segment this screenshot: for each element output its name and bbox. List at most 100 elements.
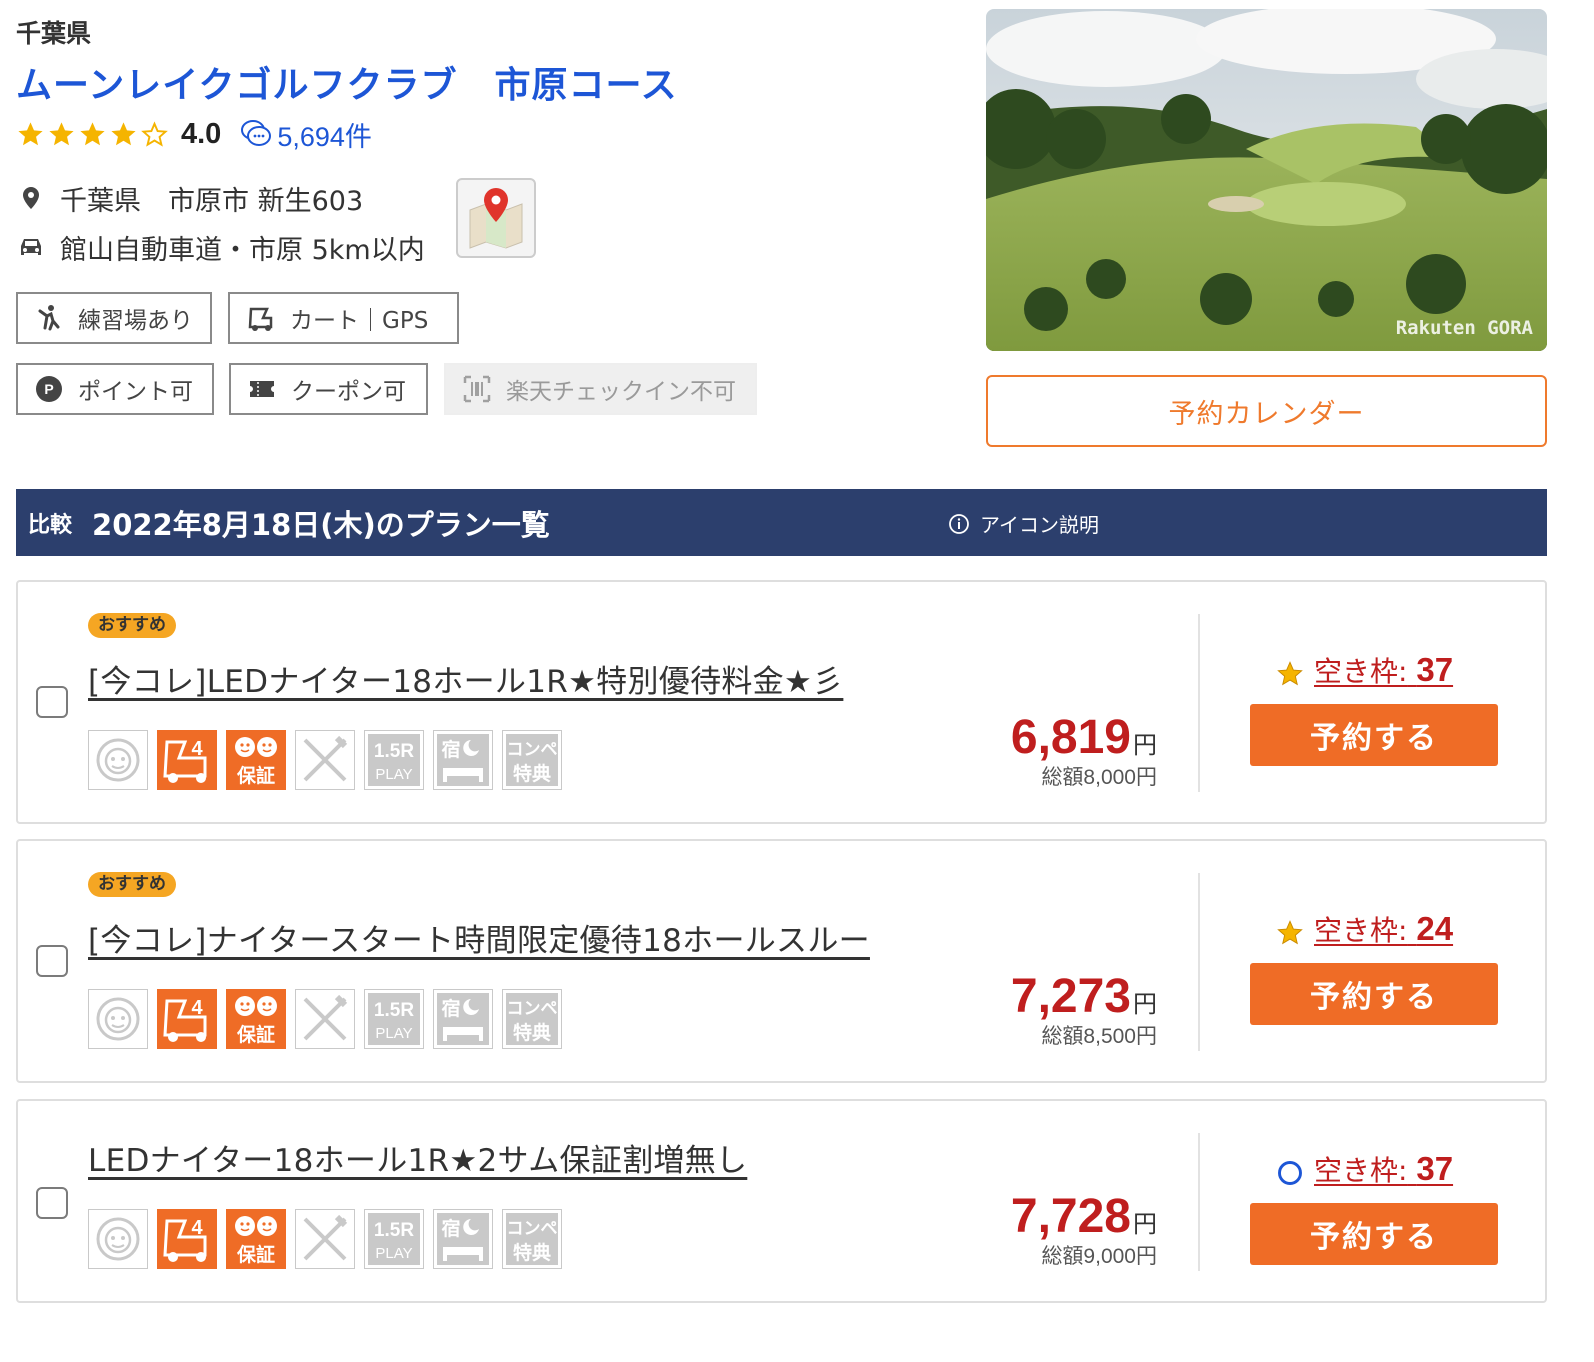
availability[interactable]: 空き枠: 37 xyxy=(1276,650,1453,690)
availability-star-icon xyxy=(1277,661,1303,686)
competition-benefit-icon[interactable]: コンペ 特典 xyxy=(502,989,562,1049)
svg-text:PLAY: PLAY xyxy=(375,766,412,783)
price-total: 総額8,500円 xyxy=(1041,1025,1157,1048)
4-seat-cart-icon[interactable]: 4 xyxy=(157,989,217,1049)
availability-label: 空き枠: xyxy=(1314,655,1408,688)
plan-price: 7,273円 総額8,500円 xyxy=(1011,969,1157,1050)
caddie-icon[interactable] xyxy=(88,1209,148,1269)
plan-title-link[interactable]: [今コレ]ナイタースタート時間限定優待18ホールスルー xyxy=(88,915,870,960)
availability-count: 37 xyxy=(1416,1150,1454,1187)
1.5R-play-icon[interactable]: 1.5R PLAY xyxy=(364,989,424,1049)
compare-label[interactable]: 比較 xyxy=(28,507,72,539)
plan-feature-icons: 4 保証 1.5R PLAY 宿 コンペ 特典 xyxy=(88,1209,562,1269)
reserve-button[interactable]: 予約する xyxy=(1250,704,1498,766)
feature-practice-label: 練習場あり xyxy=(78,308,193,334)
svg-text:保証: 保証 xyxy=(236,764,275,787)
plan-price: 6,819円 総額8,000円 xyxy=(1011,710,1157,791)
svg-text:コンペ: コンペ xyxy=(507,999,558,1019)
feature-practice-range: 練習場あり xyxy=(16,292,212,344)
accommodation-icon[interactable]: 宿 xyxy=(433,989,493,1049)
price-amount: 7,728 xyxy=(1010,1190,1131,1243)
availability[interactable]: 空き枠: 24 xyxy=(1276,909,1453,949)
availability-star-icon xyxy=(1277,920,1303,945)
svg-text:1.5R: 1.5R xyxy=(374,741,414,762)
prefecture-label: 千葉県 xyxy=(16,19,92,48)
point-p-icon: P xyxy=(36,376,62,402)
accommodation-icon[interactable]: 宿 xyxy=(433,730,493,790)
card-divider xyxy=(1198,614,1200,792)
rating-value: 4.0 xyxy=(181,117,222,150)
address-text: 千葉県 市原市 新生603 xyxy=(60,185,364,217)
plan-price: 7,728円 総額9,000円 xyxy=(1011,1189,1157,1270)
map-thumbnail[interactable] xyxy=(456,178,536,258)
feature-coupon-label: クーポン可 xyxy=(291,379,406,405)
price-amount: 7,273 xyxy=(1010,970,1131,1023)
reserve-button[interactable]: 予約する xyxy=(1250,963,1498,1025)
plan-compare-checkbox[interactable] xyxy=(36,1187,68,1219)
plan-title-link[interactable]: LEDナイター18ホール1R★2サム保証割増無し xyxy=(88,1135,747,1180)
star-filled-icon xyxy=(18,121,43,145)
plan-compare-checkbox[interactable] xyxy=(36,945,68,977)
svg-text:特典: 特典 xyxy=(513,1241,551,1264)
2-player-guarantee-icon[interactable]: 保証 xyxy=(226,730,286,790)
star-filled-icon xyxy=(111,121,136,145)
review-bubble-icon[interactable] xyxy=(239,117,273,151)
access-row: 館山自動車道・市原 5km以内 xyxy=(16,229,425,266)
availability-link[interactable]: 空き枠: 37 xyxy=(1314,650,1453,690)
plan-feature-icons: 4 保証 1.5R PLAY 宿 コンペ 特典 xyxy=(88,989,562,1049)
1.5R-play-icon[interactable]: 1.5R PLAY xyxy=(364,730,424,790)
card-divider xyxy=(1198,873,1200,1051)
plan-compare-checkbox[interactable] xyxy=(36,686,68,718)
4-seat-cart-icon[interactable]: 4 xyxy=(157,730,217,790)
price-total: 総額9,000円 xyxy=(1041,1245,1157,1268)
availability-count: 24 xyxy=(1416,910,1454,947)
feature-point: P ポイント可 xyxy=(16,363,214,415)
card-divider xyxy=(1198,1133,1200,1271)
availability-link[interactable]: 空き枠: 24 xyxy=(1314,909,1453,949)
availability-link[interactable]: 空き枠: 37 xyxy=(1314,1149,1453,1189)
plan-list-header: 比較 2022年8月18日(木)のプラン一覧 アイコン説明 xyxy=(16,489,1547,556)
svg-text:コンペ: コンペ xyxy=(507,1219,558,1239)
availability[interactable]: 空き枠: 37 xyxy=(1276,1149,1453,1189)
plan-card: おすすめ [今コレ]LEDナイター18ホール1R★特別優待料金★彡 4 保証 1.5R P… xyxy=(16,580,1547,824)
2-player-guarantee-icon[interactable]: 保証 xyxy=(226,989,286,1049)
competition-benefit-icon[interactable]: コンペ 特典 xyxy=(502,730,562,790)
feature-cart-label: カート｜GPS xyxy=(290,308,429,334)
meal-icon[interactable] xyxy=(295,989,355,1049)
reservation-calendar-button[interactable]: 予約カレンダー xyxy=(986,375,1547,447)
plan-card: おすすめ [今コレ]ナイタースタート時間限定優待18ホールスルー 4 保証 1.5R PL… xyxy=(16,839,1547,1083)
price-yen: 円 xyxy=(1133,732,1157,759)
price-total: 総額8,000円 xyxy=(1041,766,1157,789)
svg-text:コンペ: コンペ xyxy=(507,740,558,760)
star-empty-icon xyxy=(141,120,168,147)
address-row: 千葉県 市原市 新生603 xyxy=(16,180,364,217)
plan-title-link[interactable]: [今コレ]LEDナイター18ホール1R★特別優待料金★彡 xyxy=(88,656,843,701)
price-yen: 円 xyxy=(1133,1211,1157,1238)
price-yen: 円 xyxy=(1133,991,1157,1018)
icon-legend-link[interactable]: アイコン説明 xyxy=(948,509,1099,538)
4-seat-cart-icon[interactable]: 4 xyxy=(157,1209,217,1269)
svg-text:宿: 宿 xyxy=(441,997,460,1020)
review-count-link[interactable]: 5,694件 xyxy=(277,115,372,154)
course-photo[interactable]: Rakuten GORA xyxy=(986,9,1547,351)
meal-icon[interactable] xyxy=(295,1209,355,1269)
2-player-guarantee-icon[interactable]: 保証 xyxy=(226,1209,286,1269)
coupon-ticket-icon xyxy=(250,381,274,397)
accommodation-icon[interactable]: 宿 xyxy=(433,1209,493,1269)
caddie-icon[interactable] xyxy=(88,730,148,790)
svg-text:保証: 保証 xyxy=(236,1243,275,1266)
caddie-icon[interactable] xyxy=(88,989,148,1049)
course-name[interactable]: ムーンレイクゴルフクラブ 市原コース xyxy=(16,56,678,108)
map-pin-icon xyxy=(469,188,523,249)
feature-checkin-label: 楽天チェックイン不可 xyxy=(506,379,736,405)
availability-label: 空き枠: xyxy=(1314,1154,1408,1187)
1.5R-play-icon[interactable]: 1.5R PLAY xyxy=(364,1209,424,1269)
svg-text:PLAY: PLAY xyxy=(375,1025,412,1042)
golf-cart-icon xyxy=(248,307,273,331)
info-icon xyxy=(949,513,969,534)
reserve-button[interactable]: 予約する xyxy=(1250,1203,1498,1265)
meal-icon[interactable] xyxy=(295,730,355,790)
svg-text:1.5R: 1.5R xyxy=(374,1220,414,1241)
rating-row: 4.0 5,694件 xyxy=(16,114,372,154)
competition-benefit-icon[interactable]: コンペ 特典 xyxy=(502,1209,562,1269)
